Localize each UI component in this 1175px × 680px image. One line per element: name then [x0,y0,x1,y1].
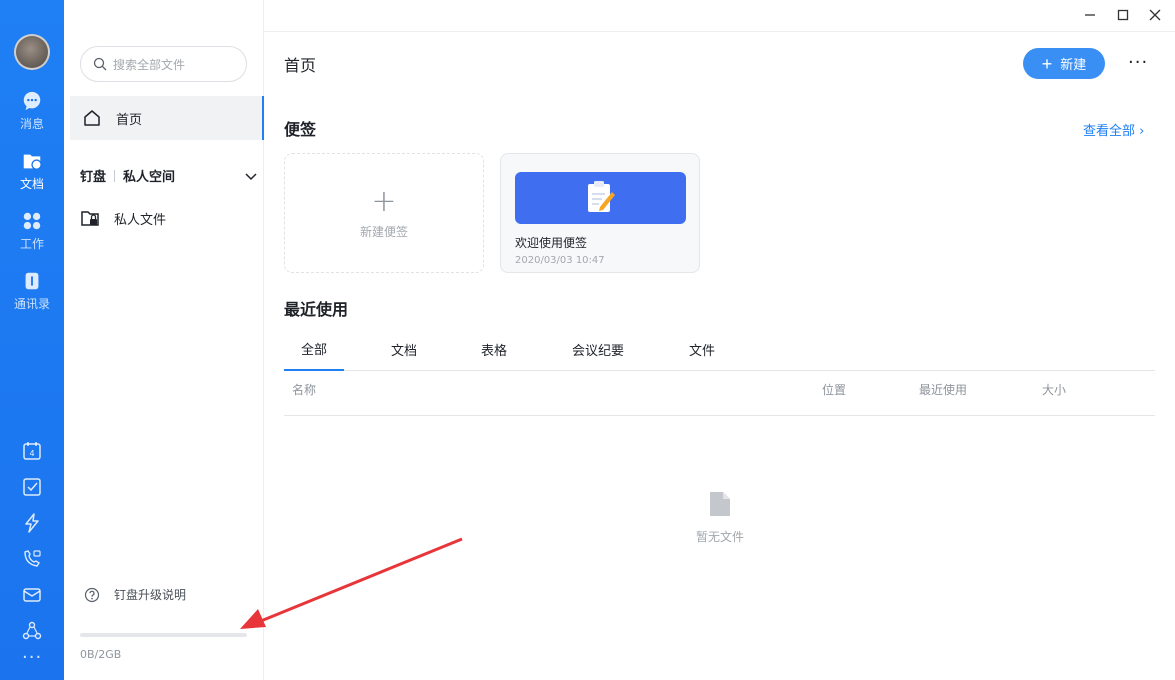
rail-label-contacts: 通讯录 [13,297,50,311]
search-input[interactable]: 搜索全部文件 [80,46,247,82]
calendar-day: 4 [29,449,34,458]
note-card[interactable]: 欢迎使用便签 2020/03/03 10:47 [500,153,700,273]
rail-item-work[interactable]: 工作 [0,210,64,262]
apps-icon [23,212,41,230]
rail-item-docs[interactable]: 文档 [0,150,64,202]
space-name-dingpan: 钉盘 [80,170,107,185]
page-title: 首页 [284,56,317,75]
avatar[interactable] [14,34,50,70]
plus-icon: + [1041,53,1053,74]
recent-table-header: 名称 位置 最近使用 大小 [284,371,1155,416]
document-icon [23,154,42,170]
column-header-location[interactable]: 位置 [822,381,846,398]
notes-section-title: 便签 [284,120,317,139]
search-placeholder: 搜索全部文件 [113,57,186,72]
note-timestamp: 2020/03/03 10:47 [515,255,605,266]
note-title: 欢迎使用便签 [515,236,588,250]
rail-item-contacts[interactable]: 通讯录 [0,270,64,322]
column-header-size[interactable]: 大小 [1042,381,1066,398]
mail-icon[interactable] [21,584,43,606]
network-icon[interactable] [21,620,43,642]
new-button-label: 新建 [1060,57,1087,72]
chevron-down-icon[interactable] [244,169,258,183]
note-thumbnail [515,172,686,224]
storage-progress-bar [80,633,247,637]
divider [114,169,116,182]
tab-docs[interactable]: 文档 [374,328,434,371]
column-header-name[interactable]: 名称 [292,381,316,398]
home-icon [84,110,100,126]
rail-label-messages: 消息 [19,117,44,131]
calendar-icon[interactable]: 4 [21,440,43,462]
rail-label-docs: 文档 [19,177,44,191]
new-button[interactable]: + 新建 [1023,48,1105,79]
tab-all[interactable]: 全部 [284,328,344,371]
upgrade-label: 钉盘升级说明 [114,588,187,602]
docs-panel: 搜索全部文件 首页 钉盘 私人空间 私人文件 钉盘升级说明 0B/2GB [64,0,264,680]
tab-files[interactable]: 文件 [672,328,732,371]
tab-meeting-notes[interactable]: 会议纪要 [556,328,640,371]
lightning-icon[interactable] [21,512,43,534]
notepad-pencil-icon [588,181,615,212]
new-note-card[interactable]: + 新建便签 [284,153,484,273]
column-header-last-used[interactable]: 最近使用 [919,381,967,398]
empty-state-text: 暂无文件 [695,530,744,544]
phone-video-icon[interactable] [21,548,43,570]
space-selector[interactable]: 钉盘 私人空间 [80,166,258,185]
contacts-icon [25,272,39,290]
rail-label-work: 工作 [19,237,44,251]
left-rail: 消息 文档 工作 通讯录 4 ··· [0,0,64,680]
more-menu-button[interactable]: ··· [1128,52,1148,73]
todo-check-icon[interactable] [21,476,43,498]
new-note-label: 新建便签 [359,224,408,239]
view-all-link[interactable]: 查看全部 › [1083,120,1144,139]
storage-usage-text: 0B/2GB [80,648,122,661]
chat-icon [23,91,41,111]
rail-item-messages[interactable]: 消息 [0,90,64,142]
upgrade-info-link[interactable]: 钉盘升级说明 [84,586,186,603]
space-name-private: 私人空间 [123,170,176,185]
help-circle-icon [84,587,100,602]
tab-sheets[interactable]: 表格 [464,328,524,371]
empty-state: 暂无文件 [670,490,770,545]
plus-icon: + [371,183,397,219]
locked-folder-icon [81,211,99,226]
search-icon [93,57,107,71]
more-apps-button[interactable]: ··· [22,649,42,667]
nav-home-label: 首页 [116,112,143,128]
annotation-arrow-icon [240,537,463,629]
recent-tabs: 全部 文档 表格 会议纪要 文件 [284,328,1155,371]
nav-item-home[interactable]: 首页 [70,96,264,140]
recent-section-title: 最近使用 [284,300,349,319]
empty-file-icon [710,492,730,516]
nav-item-private-files[interactable]: 私人文件 [80,208,166,228]
nav-private-label: 私人文件 [114,212,167,228]
